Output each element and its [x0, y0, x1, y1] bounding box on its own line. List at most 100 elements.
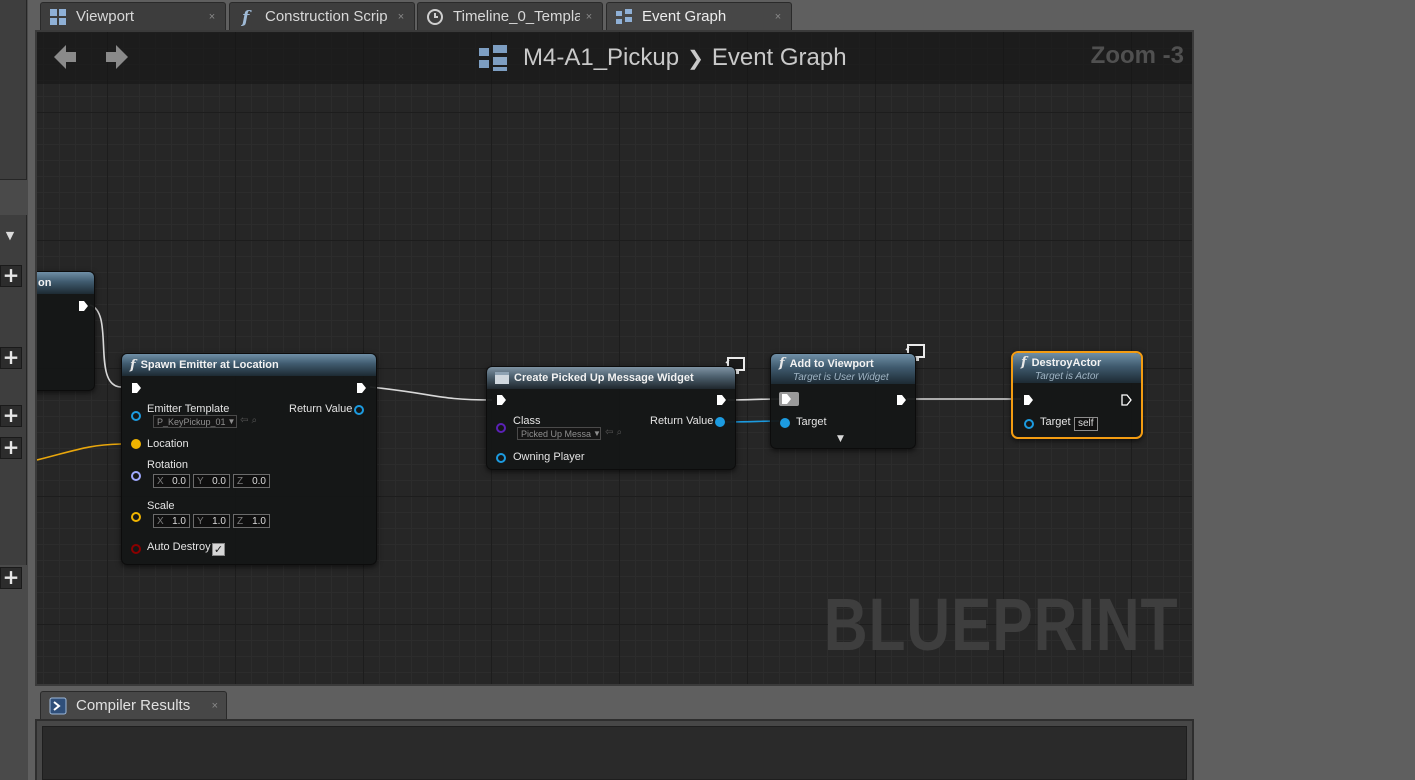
blueprint-watermark: BLUEPRINT [823, 583, 1178, 666]
svg-text:f: f [241, 8, 252, 26]
zoom-level: Zoom -3 [1090, 42, 1184, 69]
target-pin[interactable] [780, 418, 790, 428]
back-arrow-icon[interactable] [51, 42, 81, 72]
widget-icon [495, 372, 509, 384]
tab-label: Event Graph [642, 8, 727, 25]
node-destroy-actor[interactable]: f DestroyActor Target is Actor Target se… [1011, 351, 1143, 439]
function-icon: f [1021, 355, 1027, 370]
target-pin[interactable] [1024, 419, 1034, 429]
left-panel-strip: ▼ + + + + + [0, 0, 28, 780]
close-icon[interactable]: × [212, 700, 218, 712]
class-pin[interactable] [496, 423, 506, 433]
document-tab-bar: Viewport × f Construction Scrip × Timeli… [28, 0, 1200, 30]
location-label: Location [147, 438, 189, 450]
add-icon[interactable]: + [0, 265, 22, 287]
exec-input-pin[interactable] [496, 394, 507, 406]
auto-destroy-checkbox[interactable]: ✓ [212, 543, 225, 556]
emitter-template-pin[interactable] [131, 411, 141, 421]
close-icon[interactable]: × [769, 11, 787, 23]
scale-y-field[interactable]: Y 1.0 [193, 514, 230, 528]
node-title: Add to Viewport [789, 357, 874, 370]
emitter-template-dropdown[interactable]: P_KeyPickup_01 ▼ [153, 415, 237, 428]
node-partial[interactable]: on [37, 271, 95, 391]
close-icon[interactable]: × [580, 11, 598, 23]
exec-output-pin[interactable] [716, 394, 727, 406]
scale-label: Scale [147, 500, 175, 512]
return-value-label: Return Value [650, 415, 714, 427]
auto-destroy-label: Auto Destroy [147, 541, 211, 553]
node-subtitle: Target is Actor [1035, 371, 1099, 382]
return-value-pin[interactable] [715, 417, 725, 427]
add-icon[interactable]: + [0, 405, 22, 427]
owning-player-label: Owning Player [513, 451, 585, 463]
rotation-y-field[interactable]: Y 0.0 [193, 474, 230, 488]
node-title: DestroyActor [1031, 356, 1102, 369]
scale-input: X 1.0 Y 1.0 Z 1.0 [153, 514, 270, 528]
close-icon[interactable]: × [203, 11, 221, 23]
function-icon: f [779, 356, 785, 371]
blueprint-editor: ▼ + + + + + Viewport × f Construction Sc… [0, 0, 1415, 780]
breadcrumb: M4-A1_Pickup ❯ Event Graph [477, 42, 847, 74]
tab-label: Construction Scrip [265, 8, 388, 25]
node-title: Spawn Emitter at Location [140, 359, 279, 371]
forward-arrow-icon[interactable] [101, 42, 131, 72]
add-icon[interactable]: + [0, 437, 22, 459]
node-add-to-viewport[interactable]: f Add to Viewport Target is User Widget … [770, 353, 916, 449]
compiler-results-panel [35, 719, 1194, 780]
owning-player-pin[interactable] [496, 453, 506, 463]
tab-label: Timeline_0_Templa [453, 8, 580, 25]
use-asset-icon[interactable]: ⇦ ⌕ [240, 415, 257, 426]
breadcrumb-graph: Event Graph [711, 44, 847, 71]
target-self-field[interactable]: self [1074, 417, 1098, 431]
class-value: Picked Up Messa [521, 428, 592, 439]
scale-z-field[interactable]: Z 1.0 [233, 514, 270, 528]
scale-pin[interactable] [131, 512, 141, 522]
tab-event-graph[interactable]: Event Graph × [606, 2, 792, 30]
target-label: Target [1040, 416, 1071, 428]
graph-header: M4-A1_Pickup ❯ Event Graph Zoom -3 [37, 32, 1192, 84]
function-icon: f [241, 8, 252, 26]
tab-timeline[interactable]: Timeline_0_Templa × [417, 2, 603, 30]
use-asset-icon[interactable]: ⇦ ⌕ [605, 427, 622, 438]
emitter-template-label: Emitter Template [147, 403, 230, 415]
compiler-results-icon [49, 697, 67, 714]
class-dropdown[interactable]: Picked Up Messa ▼ [517, 427, 601, 440]
graph-editor: M4-A1_Pickup ❯ Event Graph Zoom -3 BLUEP… [35, 30, 1194, 686]
return-value-label: Return Value [289, 403, 353, 415]
compiler-results-list[interactable] [42, 726, 1187, 780]
add-icon[interactable]: + [0, 567, 22, 589]
rotation-label: Rotation [147, 459, 188, 471]
node-spawn-emitter[interactable]: f Spawn Emitter at Location Emitter Temp… [121, 353, 377, 565]
exec-input-pin[interactable] [1023, 394, 1034, 406]
event-graph-icon [616, 8, 632, 24]
add-icon[interactable]: + [0, 347, 22, 369]
blueprint-icon [479, 45, 507, 71]
dropdown-arrow-icon[interactable]: ▼ [0, 226, 20, 246]
tab-label: Compiler Results [76, 697, 191, 714]
location-pin[interactable] [131, 439, 141, 449]
rotation-x-field[interactable]: X 0.0 [153, 474, 190, 488]
node-create-widget[interactable]: Create Picked Up Message Widget Class Pi… [486, 366, 736, 470]
expand-arrow-icon[interactable]: ▼ [837, 434, 844, 444]
exec-output-pin[interactable] [356, 382, 367, 394]
exec-output-pin[interactable] [78, 300, 89, 312]
tab-compiler-results[interactable]: Compiler Results × [40, 691, 227, 719]
rotation-input: X 0.0 Y 0.0 Z 0.0 [153, 474, 270, 488]
rotation-pin[interactable] [131, 471, 141, 481]
exec-output-pin[interactable] [896, 394, 907, 406]
tab-viewport[interactable]: Viewport × [40, 2, 226, 30]
exec-input-pin[interactable] [131, 382, 142, 394]
exec-output-pin[interactable] [1121, 394, 1132, 406]
clock-icon [427, 8, 443, 25]
class-label: Class [513, 415, 541, 427]
exec-input-pin-highlight[interactable] [779, 392, 799, 406]
node-title: Create Picked Up Message Widget [514, 372, 694, 384]
close-icon[interactable]: × [392, 11, 410, 23]
scale-x-field[interactable]: X 1.0 [153, 514, 190, 528]
tab-label: Viewport [76, 8, 135, 25]
breadcrumb-blueprint[interactable]: M4-A1_Pickup [523, 44, 679, 72]
return-value-pin[interactable] [354, 405, 364, 415]
rotation-z-field[interactable]: Z 0.0 [233, 474, 270, 488]
tab-construction-script[interactable]: f Construction Scrip × [229, 2, 415, 30]
auto-destroy-pin[interactable] [131, 544, 141, 554]
